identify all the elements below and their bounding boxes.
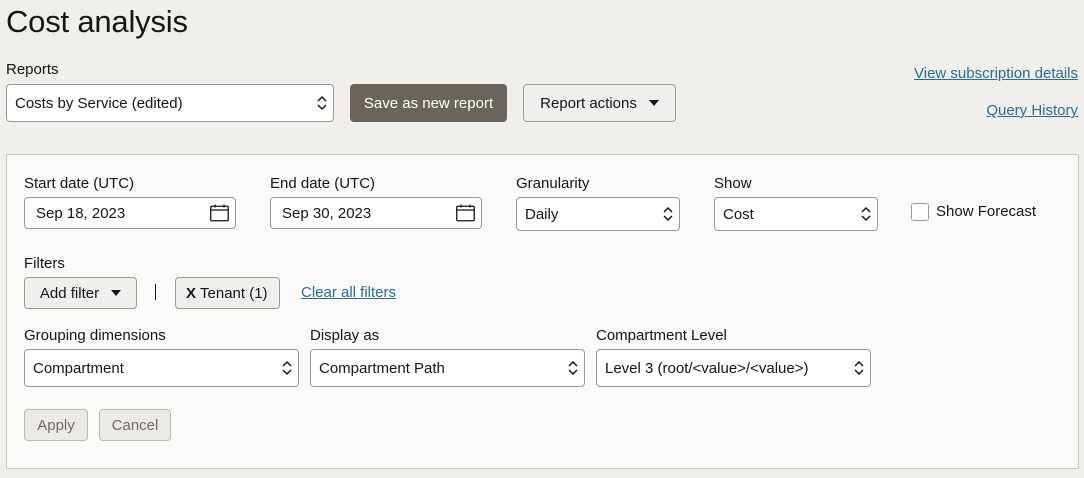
compartment-level-select[interactable]: Level 3 (root/<value>/<value>): [596, 349, 871, 387]
select-chevrons-icon: [861, 206, 871, 222]
remove-filter-icon[interactable]: X: [186, 285, 196, 302]
cost-analysis-page: Cost analysis Reports Costs by Service (…: [0, 0, 1084, 478]
calendar-icon[interactable]: [210, 204, 229, 222]
report-actions-button[interactable]: Report actions: [523, 84, 676, 122]
granularity-value: Daily: [525, 205, 559, 223]
caret-down-icon: [111, 290, 122, 296]
end-date-label: End date (UTC): [270, 175, 376, 192]
compartment-level-value: Level 3 (root/<value>/<value>): [605, 359, 809, 377]
grouping-dimensions-select[interactable]: Compartment: [24, 349, 299, 387]
add-filter-label: Add filter: [39, 284, 100, 302]
report-actions-label: Report actions: [540, 94, 637, 112]
cancel-label: Cancel: [111, 416, 159, 434]
calendar-icon[interactable]: [456, 204, 475, 222]
page-title: Cost analysis: [6, 4, 188, 39]
granularity-label: Granularity: [516, 175, 590, 192]
start-date-value: Sep 18, 2023: [36, 204, 126, 222]
tenant-filter-label: Tenant (1): [200, 284, 268, 302]
show-label: Show: [714, 175, 752, 192]
tenant-filter-chip[interactable]: X Tenant (1): [175, 277, 280, 309]
display-as-value: Compartment Path: [319, 359, 445, 377]
select-chevrons-icon: [568, 360, 578, 376]
display-as-select[interactable]: Compartment Path: [310, 349, 585, 387]
start-date-label: Start date (UTC): [24, 175, 135, 192]
start-date-input[interactable]: Sep 18, 2023: [24, 197, 236, 229]
reports-select[interactable]: Costs by Service (edited): [6, 84, 334, 122]
show-forecast-label[interactable]: Show Forecast: [936, 203, 1036, 220]
select-chevrons-icon: [317, 95, 327, 111]
compartment-level-label: Compartment Level: [596, 327, 727, 344]
select-chevrons-icon: [854, 360, 864, 376]
reports-select-value: Costs by Service (edited): [15, 94, 183, 112]
reports-label: Reports: [6, 61, 59, 78]
filter-divider: [155, 284, 156, 300]
report-settings-panel: Start date (UTC) Sep 18, 2023 End date (…: [6, 154, 1079, 469]
save-as-new-report-label: Save as new report: [363, 94, 494, 112]
cancel-button[interactable]: Cancel: [99, 409, 171, 441]
filters-label: Filters: [24, 255, 65, 272]
apply-label: Apply: [37, 416, 75, 434]
caret-down-icon: [648, 100, 659, 106]
query-history-link[interactable]: Query History: [986, 102, 1078, 119]
select-chevrons-icon: [663, 206, 673, 222]
grouping-dimensions-value: Compartment: [33, 359, 124, 377]
save-as-new-report-button[interactable]: Save as new report: [350, 84, 507, 122]
clear-all-filters-link[interactable]: Clear all filters: [301, 284, 396, 301]
end-date-value: Sep 30, 2023: [282, 204, 372, 222]
grouping-dimensions-label: Grouping dimensions: [24, 327, 166, 344]
select-chevrons-icon: [282, 360, 292, 376]
apply-button[interactable]: Apply: [24, 409, 88, 441]
display-as-label: Display as: [310, 327, 380, 344]
end-date-input[interactable]: Sep 30, 2023: [270, 197, 482, 229]
show-forecast-checkbox[interactable]: [911, 203, 929, 221]
show-select[interactable]: Cost: [714, 197, 878, 231]
view-subscription-details-link[interactable]: View subscription details: [914, 65, 1078, 82]
show-value: Cost: [723, 205, 754, 223]
add-filter-button[interactable]: Add filter: [24, 277, 137, 309]
granularity-select[interactable]: Daily: [516, 197, 680, 231]
